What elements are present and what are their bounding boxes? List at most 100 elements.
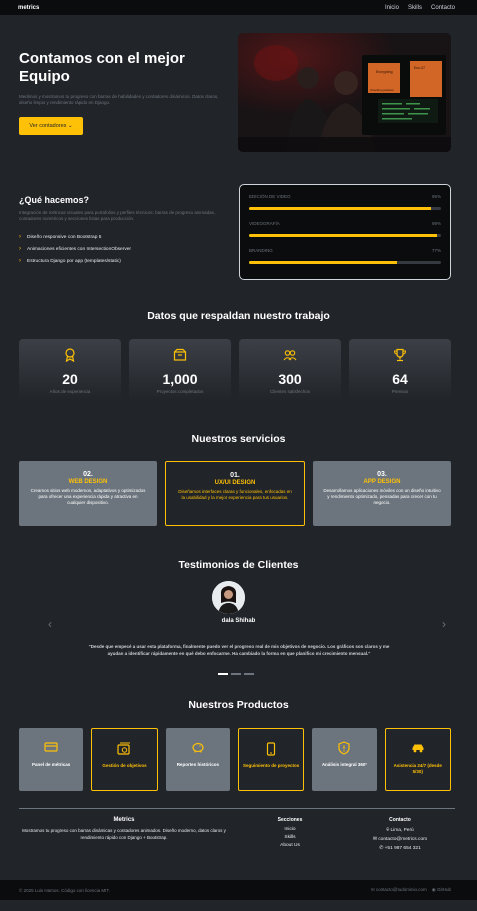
service-card-uxui[interactable]: 01. UX/UI DESIGN Diseñamos interfaces cl… (165, 461, 305, 526)
product-name: Asistencia 24/7 (desde 5/30) (393, 763, 442, 774)
service-name: WEB DESIGN (68, 479, 108, 485)
nav-link-inicio[interactable]: Inicio (385, 5, 399, 11)
chevron-right-icon: › (19, 234, 21, 240)
product-name: Gestión de objetivos (102, 763, 147, 768)
bottom-links: ✉ contacto@tudominio.com ◉ GitHub (371, 887, 451, 893)
phone-text: +51 987 654 321 (384, 846, 421, 851)
services-row: 02. WEB DESIGN Creamos sitios web modern… (19, 461, 451, 526)
card-icon (44, 742, 58, 752)
nav-link-contacto[interactable]: Contacto (431, 5, 455, 11)
feature-list: › Diseño responsive con Bootstrap 5 › Anim… (19, 231, 131, 267)
skill-progress-bar (249, 207, 441, 210)
skill-label: BRANDING (249, 248, 273, 253)
product-card[interactable]: Asistencia 24/7 (desde 5/30) (384, 728, 451, 791)
stat-card: 64 Premios (349, 339, 451, 401)
products-row: Panel de métricas Gestión de objetivos R… (19, 728, 451, 791)
nav-link-skills[interactable]: Skills (408, 5, 422, 11)
carousel-dot[interactable] (231, 673, 241, 675)
contact-phone[interactable]: ✆ +51 987 654 321 (360, 844, 440, 853)
services-title: Nuestros servicios (191, 433, 286, 445)
mail-icon: ✉ (372, 837, 377, 842)
stat-number: 1,000 (162, 371, 198, 387)
list-item: › Estructura Django por app (templates/st… (19, 255, 131, 267)
people-icon (283, 350, 297, 361)
hero-subtitle: Medimos y mostramos tu progreso con barr… (19, 94, 219, 105)
feature-text: Diseño responsive con Bootstrap 5 (27, 234, 102, 240)
location-icon: ⌾ (386, 828, 390, 833)
stat-label: Años de experiencia (49, 389, 91, 394)
skill-progress-fill (249, 207, 432, 210)
product-card[interactable]: Panel de métricas (19, 728, 84, 791)
shield-icon (338, 741, 351, 755)
footer-contact: Contacto ⌾ Lima, Perú ✉ contacto@metrics… (360, 817, 440, 853)
product-name: Panel de métricas (32, 762, 71, 767)
award-icon (65, 348, 75, 363)
stat-label: Premios (391, 389, 409, 394)
email-text: contacto@metrics.com (378, 837, 428, 842)
footer-link-skills[interactable]: Skills (270, 834, 310, 842)
product-card[interactable]: Seguimiento de proyectos (237, 728, 305, 791)
contact-email[interactable]: ✉ contacto@metrics.com (360, 835, 440, 844)
footer-link-about[interactable]: About Us (270, 842, 310, 850)
brand-logo[interactable]: metrics (18, 5, 39, 11)
bottom-bar: © 2025 Luis Hamos. Código con licencia M… (0, 880, 477, 900)
stats-row: 20 Años de experiencia 1,000 Proyectos c… (19, 339, 451, 401)
footer-sections: Secciones Inicio Skills About Us (270, 817, 310, 850)
footer-description: Mostramos tu progreso con barras dinámic… (22, 828, 226, 840)
service-card-web[interactable]: 02. WEB DESIGN Creamos sitios web modern… (19, 461, 157, 526)
chevron-right-icon: › (19, 246, 21, 252)
stat-number: 64 (392, 371, 408, 387)
github-link[interactable]: GitHub (437, 887, 451, 892)
footer-link-inicio[interactable]: Inicio (270, 826, 310, 834)
service-number: 01. (230, 472, 240, 479)
bottom-email-link[interactable]: contacto@tudominio.com (376, 887, 427, 892)
piggy-icon (192, 742, 204, 753)
testimonial-name: dala Shihab (221, 618, 256, 624)
what-we-do-subtitle: Integración de métricas visuales para po… (19, 210, 216, 221)
skill-row: BRANDING 77% (249, 248, 441, 275)
carousel-indicators (218, 673, 254, 675)
product-card[interactable]: Reportes históricos (165, 728, 230, 791)
phone-icon (267, 742, 276, 756)
product-card[interactable]: Gestión de objetivos (91, 728, 158, 791)
next-arrow-icon[interactable]: › (442, 617, 446, 631)
product-card[interactable]: Análisis integral 360° (312, 728, 377, 791)
mail-icon: ✉ (370, 887, 375, 892)
carousel-dot[interactable] (218, 673, 228, 675)
nav-links: Inicio Skills Contacto (385, 5, 455, 11)
skill-value: 98% (431, 221, 441, 226)
copyright-text: © 2025 Luis Hamos. Código con licencia M… (19, 887, 110, 893)
footer-divider (19, 808, 455, 809)
list-item: › Animaciones eficientes con Intersection… (19, 243, 131, 255)
stat-card: 20 Años de experiencia (19, 339, 121, 401)
stat-card: 300 Clientes satisfechos (239, 339, 341, 401)
prev-arrow-icon[interactable]: ‹ (48, 617, 52, 631)
stat-number: 20 (62, 371, 78, 387)
stat-label: Proyectos completados (156, 389, 204, 394)
service-number: 02. (83, 471, 93, 478)
service-name: APP DESIGN (363, 479, 401, 485)
products-title: Nuestros Productos (188, 699, 289, 711)
view-counters-button[interactable]: Ver contadores ⌄ (19, 117, 83, 135)
what-we-do-title: ¿Qué hacemos? (19, 195, 90, 205)
stat-label: Clientes satisfechos (269, 389, 311, 394)
service-card-app[interactable]: 03. APP DESIGN Desarrollamos aplicacione… (313, 461, 451, 526)
skill-progress-fill (249, 261, 397, 264)
skills-panel: EDICIÓN DE VIDEO 95% VIDEOGRAFÍA 98% BRAND… (239, 184, 451, 280)
product-name: Seguimiento de proyectos (243, 763, 300, 768)
service-desc: Diseñamos interfaces claras y funcionale… (178, 489, 292, 500)
stat-number: 300 (278, 371, 302, 387)
carousel-dot[interactable] (244, 673, 254, 675)
navbar: metrics Inicio Skills Contacto (0, 0, 477, 15)
hero-image-text-enc07: Enc-07 (414, 66, 425, 70)
feature-text: Animaciones eficientes con IntersectionO… (27, 246, 131, 252)
service-number: 03. (377, 471, 387, 478)
service-name: UX/UI DESIGN (214, 480, 256, 486)
github-icon: ◉ (431, 887, 436, 892)
skill-row: VIDEOGRAFÍA 98% (249, 221, 441, 248)
feature-text: Estructura Django por app (templates/sta… (27, 258, 121, 264)
testimonials-title: Testimonios de Clientes (178, 559, 299, 571)
stats-title: Datos que respaldan nuestro trabajo (147, 310, 330, 322)
footer-contact-title: Contacto (389, 817, 411, 823)
chevron-right-icon: › (19, 258, 21, 264)
